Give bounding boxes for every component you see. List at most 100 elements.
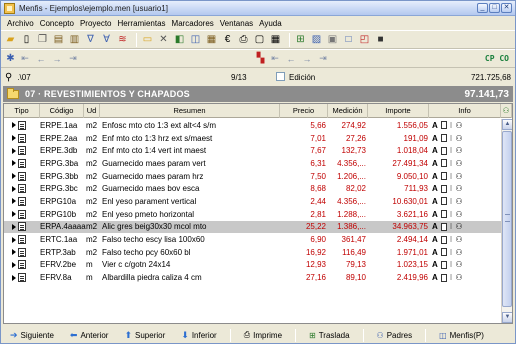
layout-icon[interactable]: ■ (374, 33, 387, 46)
table-row[interactable]: ERPE.3db m2 Enf mto cto 1:4 vert int maest… (4, 144, 501, 157)
decomposition-icon[interactable]: ⁝ (450, 134, 453, 143)
page-icon[interactable] (440, 260, 447, 269)
grid-icon[interactable]: ▦ (269, 33, 282, 46)
text-icon[interactable]: A (432, 260, 438, 269)
chart-icon[interactable]: ≋ (116, 33, 129, 46)
print-preview-icon[interactable]: ⎙ (237, 33, 250, 46)
table-row[interactable]: EFRV.8a m Albardilla piedra caliza 4 cm 27,… (4, 271, 501, 284)
hierarchy-icon[interactable]: ⚇ (455, 184, 462, 193)
hierarchy-icon[interactable]: ⚇ (455, 273, 462, 282)
paste-special-icon[interactable]: ▥ (68, 33, 81, 46)
new-file-icon[interactable]: ▯ (20, 33, 33, 46)
export-icon[interactable]: ▣ (326, 33, 339, 46)
table-row[interactable]: ERPA.4aaaa m2 Alic gres beig30x30 mcol mto… (4, 220, 501, 234)
tile-icon[interactable]: ◰ (358, 33, 371, 46)
table-row[interactable]: ERPG10a m2 Enl yeso parament vertical 2,44 4… (4, 195, 501, 208)
decomposition-icon[interactable]: ⁝ (450, 273, 453, 282)
menu-proyecto[interactable]: Proyecto (77, 19, 115, 28)
decomposition-icon[interactable]: ⁝ (450, 210, 453, 219)
page-icon[interactable] (440, 197, 447, 206)
decomposition-icon[interactable]: ⁝ (450, 184, 453, 193)
table-row[interactable]: ERPG.3ba m2 Guarnecido maes param vert 6,31… (4, 157, 501, 170)
col-ud[interactable]: Ud (84, 104, 100, 118)
report-icon[interactable]: ▦ (205, 33, 218, 46)
text-icon[interactable]: A (432, 134, 438, 143)
text-icon[interactable]: A (432, 248, 438, 257)
next-nav-icon[interactable]: → (302, 54, 312, 64)
next-icon[interactable]: → (52, 54, 62, 64)
page-icon[interactable] (440, 235, 447, 244)
text-icon[interactable]: A (432, 172, 438, 181)
col-info[interactable]: Info (429, 104, 501, 118)
page-icon[interactable] (440, 134, 447, 143)
table-row[interactable]: ERPE.2aa m2 Enf mto cto 1:3 hrz ext s/maes… (4, 132, 501, 145)
table-row[interactable]: ERPG10b m2 Enl yeso pmeto horizontal 2,81 1.… (4, 208, 501, 221)
expand-arrow-icon[interactable] (12, 198, 16, 205)
expand-arrow-icon[interactable] (12, 173, 16, 180)
window-icon[interactable]: □ (342, 33, 355, 46)
maximize-button[interactable]: □ (489, 3, 500, 13)
binoculars-icon[interactable]: ⚲ (5, 72, 12, 83)
chapter-header[interactable]: 07 · REVESTIMIENTOS Y CHAPADOS 97.141,73 (3, 86, 513, 102)
decomposition-icon[interactable]: ⁝ (450, 172, 453, 181)
database-icon[interactable]: ◫ (189, 33, 202, 46)
minimize-button[interactable]: _ (477, 3, 488, 13)
table-row[interactable]: EFRV.2be m Vier c c/gotn 24x14 12,93 79,13 1.… (4, 259, 501, 272)
imprime-button[interactable]: ⎙ Imprime (241, 328, 285, 342)
hierarchy-icon[interactable]: ⚇ (455, 121, 462, 130)
col-tipo[interactable]: Tipo (4, 104, 40, 118)
text-icon[interactable]: A (432, 146, 438, 155)
expand-arrow-icon[interactable] (12, 160, 16, 167)
page-icon[interactable] (440, 248, 447, 257)
anterior-button[interactable]: ⬅ Anterior (67, 328, 112, 342)
hierarchy-icon[interactable]: ⚇ (455, 197, 462, 206)
menu-concepto[interactable]: Concepto (37, 19, 77, 28)
hierarchy-icon[interactable]: ⚇ (455, 235, 462, 244)
expand-arrow-icon[interactable] (12, 147, 16, 154)
col-codigo[interactable]: Código (40, 104, 84, 118)
decomposition-icon[interactable]: ⁝ (450, 235, 453, 244)
measure-icon[interactable]: ∇ (84, 33, 97, 46)
tools-icon[interactable]: ✕ (157, 33, 170, 46)
folder-icon[interactable]: ▭ (141, 33, 154, 46)
calc-icon[interactable]: ◧ (173, 33, 186, 46)
table-row[interactable]: ERPE.1aa m2 Enfosc mto cto 1:3 ext alt<4 s… (4, 119, 501, 132)
decomposition-icon[interactable]: ⁝ (450, 159, 453, 168)
hierarchy-icon[interactable]: ⚇ (455, 248, 462, 257)
menfis-button[interactable]: ◫ Menfis(P) (436, 328, 487, 342)
page-icon[interactable] (440, 210, 447, 219)
prev-icon[interactable]: ← (36, 54, 46, 64)
title-bar[interactable]: Menfis - Ejemplos\ejemplo.men [usuario1]… (1, 1, 515, 16)
expand-arrow-icon[interactable] (12, 236, 16, 243)
decomposition-icon[interactable]: ⁝ (450, 146, 453, 155)
decomposition-icon[interactable]: ⁝ (450, 197, 453, 206)
first-nav-icon[interactable]: ⇤ (270, 53, 280, 64)
menu-herramientas[interactable]: Herramientas (115, 19, 169, 28)
text-icon[interactable]: A (432, 235, 438, 244)
expand-arrow-icon[interactable] (12, 122, 16, 129)
settings-icon[interactable]: ✱ (4, 52, 17, 65)
image-icon[interactable]: ▨ (310, 33, 323, 46)
first-icon[interactable]: ⇤ (20, 53, 30, 64)
page-icon[interactable] (440, 222, 447, 231)
page-icon[interactable] (440, 273, 447, 282)
edit-checkbox[interactable] (276, 72, 285, 81)
hierarchy-icon[interactable]: ⚇ (455, 172, 462, 181)
text-icon[interactable]: A (432, 197, 438, 206)
col-medicion[interactable]: Medición (328, 104, 368, 118)
hierarchy-icon[interactable]: ⚇ (455, 159, 462, 168)
document-icon[interactable]: ▢ (253, 33, 266, 46)
vertical-scrollbar[interactable]: ▲ ▼ (501, 119, 512, 323)
expand-arrow-icon[interactable] (12, 261, 16, 268)
paste-icon[interactable]: ▤ (52, 33, 65, 46)
menu-ventanas[interactable]: Ventanas (217, 19, 256, 28)
inferior-button[interactable]: ⬇ Inferior (178, 328, 219, 342)
page-icon[interactable] (440, 121, 447, 130)
superior-button[interactable]: ⬆ Superior (121, 328, 168, 342)
table-row[interactable]: ERTC.1aa m2 Falso techo escy lisa 100x60 6,… (4, 233, 501, 246)
text-icon[interactable]: A (432, 210, 438, 219)
color-palette-icon[interactable]: ▚ (254, 52, 267, 65)
scroll-up-icon[interactable]: ▲ (502, 119, 512, 130)
close-button[interactable]: ✕ (501, 3, 512, 13)
link-icon[interactable]: ⊞ (294, 33, 307, 46)
